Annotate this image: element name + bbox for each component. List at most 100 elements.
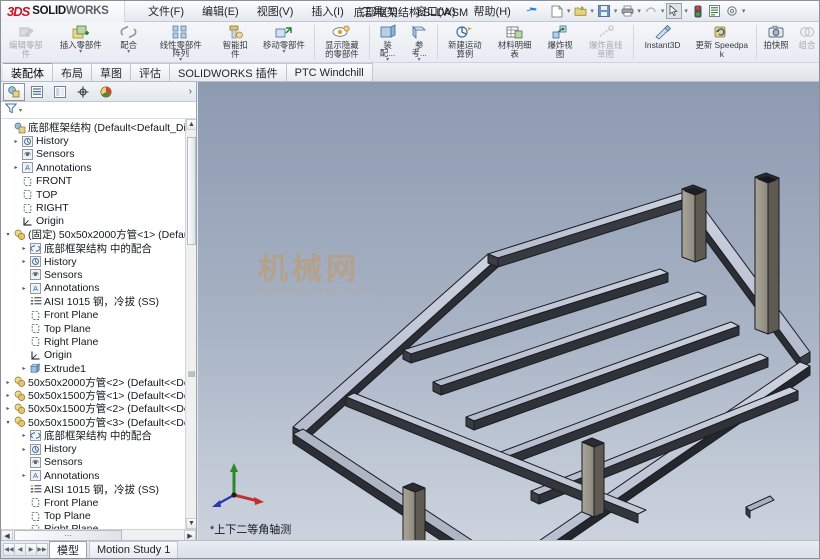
- mate-dropdown-caret[interactable]: ▾: [127, 49, 130, 55]
- reference-geometry-dropdown-caret[interactable]: ▾: [418, 57, 421, 63]
- menu-tools[interactable]: 工具(T): [353, 1, 407, 21]
- ribbon-reference-geometry[interactable]: 参考... ▾: [403, 22, 435, 63]
- open-document-icon[interactable]: [572, 3, 588, 19]
- tab-sketch[interactable]: 草图: [91, 63, 131, 81]
- tree-expand-toggle[interactable]: ▸: [11, 138, 21, 145]
- pin-icon[interactable]: [523, 2, 540, 20]
- tree-component-1500-1[interactable]: ▸50x50x1500方管<1> (Default<<Default>: [1, 389, 196, 402]
- ribbon-edit-component[interactable]: 编辑零部件: [1, 22, 51, 62]
- ribbon-bill-of-materials[interactable]: 材料明细表: [490, 22, 540, 62]
- tree-scroll-down-arrow[interactable]: ▼: [186, 518, 196, 529]
- ribbon-take-snapshot[interactable]: 拍快照: [759, 22, 793, 62]
- linear-pattern-dropdown-caret[interactable]: ▾: [179, 57, 182, 63]
- tree-right-plane-1[interactable]: Right Plane: [1, 335, 196, 348]
- ribbon-linear-component-pattern[interactable]: 线性零部件阵列 ▾: [147, 22, 215, 63]
- tab-layout[interactable]: 布局: [52, 63, 92, 81]
- tree-sensors[interactable]: Sensors: [1, 148, 196, 161]
- property-manager-tab[interactable]: [26, 83, 48, 101]
- tree-expand-toggle[interactable]: ▸: [11, 164, 21, 171]
- bottom-tab-model[interactable]: 模型: [49, 541, 87, 558]
- tab-ptc-windchill[interactable]: PTC Windchill: [285, 63, 373, 81]
- file-properties-icon[interactable]: [707, 3, 723, 19]
- tree-expand-toggle[interactable]: ▸: [3, 405, 13, 412]
- ribbon-combine[interactable]: 组合: [793, 22, 819, 62]
- tree-front-plane-3[interactable]: Front Plane: [1, 496, 196, 509]
- tree-material-3[interactable]: AISI 1015 钢，冷拔 (SS): [1, 483, 196, 496]
- tree-annotations[interactable]: ▸ A Annotations: [1, 161, 196, 174]
- tree-expand-toggle[interactable]: ▸: [19, 258, 29, 265]
- tree-expand-toggle[interactable]: ▸: [19, 285, 29, 292]
- tree-scroll-up-arrow[interactable]: ▲: [186, 119, 196, 130]
- select-icon[interactable]: [666, 3, 683, 19]
- tree-history-1[interactable]: ▸ History: [1, 255, 196, 268]
- display-manager-tab[interactable]: [95, 83, 117, 101]
- ribbon-new-motion-study[interactable]: 新建运动算例: [440, 22, 490, 62]
- tree-component-2000-2[interactable]: ▸50x50x2000方管<2> (Default<<Default>: [1, 375, 196, 389]
- menu-help[interactable]: 帮助(H): [465, 1, 520, 21]
- ribbon-move-component[interactable]: 移动零部件 ▾: [256, 22, 312, 62]
- ribbon-explode-line-sketch[interactable]: 爆炸直线草图: [581, 22, 631, 62]
- tab-assembly[interactable]: 装配体: [3, 63, 53, 81]
- graphics-area[interactable]: ✥⌸↺⚒◌↻✛◨👁⬤▣▢▢▢▢▢▢▢◈▣◰◱◪◓⬓◫◉◍◕▭⊟⊞⊞ 机械网 WW…: [198, 82, 820, 541]
- assembly-features-dropdown-caret[interactable]: ▾: [386, 57, 389, 63]
- tree-expand-toggle[interactable]: ▸: [19, 472, 29, 479]
- tree-root-assembly[interactable]: 底部框架结构 (Default<Default_Display State: [1, 121, 196, 134]
- ribbon-smart-fasteners[interactable]: 智能扣件: [215, 22, 256, 62]
- tree-material-1[interactable]: AISI 1015 钢，冷拔 (SS): [1, 295, 196, 308]
- tree-expand-toggle[interactable]: ▸: [3, 392, 13, 399]
- dimxpert-manager-tab[interactable]: [72, 83, 94, 101]
- menu-edit[interactable]: 编辑(E): [193, 1, 248, 21]
- menu-file[interactable]: 文件(F): [139, 1, 193, 21]
- tab-solidworks-addins[interactable]: SOLIDWORKS 插件: [169, 63, 287, 81]
- ribbon-instant3d[interactable]: Instant3D: [636, 22, 690, 62]
- ribbon-insert-component[interactable]: 插入零部件 ▾: [51, 22, 111, 62]
- tree-component-1500-3[interactable]: ▾50x50x1500方管<3> (Default<<Default>: [1, 416, 196, 429]
- tree-extrude1[interactable]: ▸ Extrude1: [1, 362, 196, 375]
- tree-expand-toggle[interactable]: ▸: [19, 432, 29, 439]
- feature-tree[interactable]: 底部框架结构 (Default<Default_Display State ▸ Hi…: [1, 119, 196, 529]
- tree-expand-toggle[interactable]: ▸: [19, 245, 29, 252]
- menu-view[interactable]: 视图(V): [248, 1, 303, 21]
- bottom-tab-motion-study-1[interactable]: Motion Study 1: [89, 541, 179, 558]
- new-document-icon[interactable]: [549, 3, 565, 19]
- configuration-manager-tab[interactable]: [49, 83, 71, 101]
- tree-component-1500-2[interactable]: ▸50x50x1500方管<2> (Default<<Default>: [1, 402, 196, 415]
- tree-origin-1[interactable]: Origin: [1, 349, 196, 362]
- tree-origin[interactable]: Origin: [1, 215, 196, 228]
- tree-expand-toggle[interactable]: ▸: [3, 379, 13, 386]
- tree-plane-top[interactable]: TOP: [1, 188, 196, 201]
- tree-front-plane-1[interactable]: Front Plane: [1, 308, 196, 321]
- tree-component-2000-1[interactable]: ▾(固定) 50x50x2000方管<1> (Default<<De: [1, 228, 196, 241]
- tab-evaluate[interactable]: 评估: [130, 63, 170, 81]
- move-component-dropdown-caret[interactable]: ▾: [282, 49, 285, 55]
- save-icon[interactable]: [596, 3, 612, 19]
- assembly-3d-model[interactable]: [198, 82, 820, 541]
- ribbon-show-hidden-components[interactable]: 显示隐藏的零部件: [317, 22, 367, 62]
- menu-window[interactable]: 窗口(W): [407, 1, 465, 21]
- tree-annotations-3[interactable]: ▸ A Annotations: [1, 469, 196, 482]
- filter-dropdown-caret[interactable]: ▾: [19, 107, 22, 114]
- ribbon-exploded-view[interactable]: 爆炸视图: [539, 22, 580, 62]
- tree-expand-toggle[interactable]: ▸: [19, 365, 29, 372]
- tree-top-plane-3[interactable]: Top Plane: [1, 509, 196, 522]
- rebuild-icon[interactable]: [690, 3, 706, 19]
- expand-panel-chevron-icon[interactable]: ›: [189, 86, 192, 97]
- menu-insert[interactable]: 插入(I): [302, 1, 352, 21]
- tree-history-3[interactable]: ▸ History: [1, 442, 196, 455]
- tree-history[interactable]: ▸ History: [1, 134, 196, 147]
- tree-expand-toggle[interactable]: ▾: [3, 231, 13, 238]
- options-icon[interactable]: [724, 3, 740, 19]
- tree-plane-right[interactable]: RIGHT: [1, 201, 196, 214]
- feature-tree-filter-bar[interactable]: ▾: [1, 102, 196, 119]
- feature-tree-vertical-scrollbar[interactable]: ▲ ▤ ▼: [185, 119, 196, 529]
- tree-expand-toggle[interactable]: ▸: [19, 446, 29, 453]
- tree-top-plane-1[interactable]: Top Plane: [1, 322, 196, 335]
- feature-tree-tab[interactable]: [3, 82, 25, 101]
- ribbon-mate[interactable]: 配合 ▾: [111, 22, 147, 62]
- tree-plane-front[interactable]: FRONT: [1, 175, 196, 188]
- tree-mates-1[interactable]: ▸ 底部框架结构 中的配合: [1, 242, 196, 255]
- tree-scroll-thumb[interactable]: [187, 137, 196, 245]
- tree-expand-toggle[interactable]: ▾: [3, 419, 13, 426]
- tree-sensors-1[interactable]: Sensors: [1, 268, 196, 281]
- nav-last-button[interactable]: ▶▶: [36, 543, 48, 556]
